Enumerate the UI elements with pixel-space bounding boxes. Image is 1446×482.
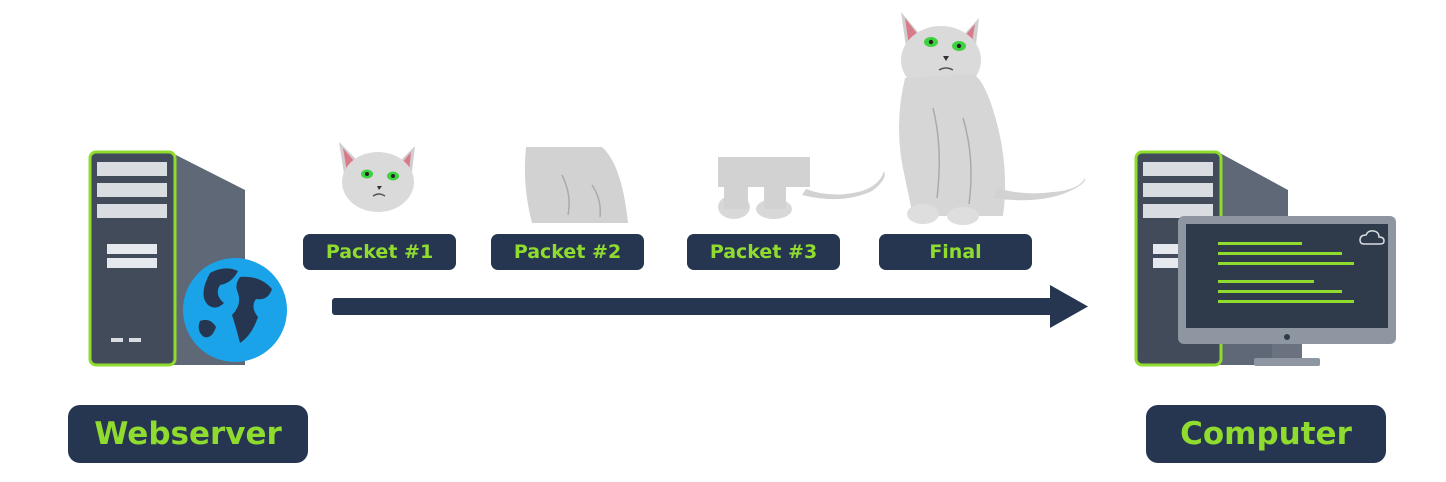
monitor-icon xyxy=(1178,216,1396,366)
computer-label: Computer xyxy=(1146,405,1386,463)
packet-label: Packet #1 xyxy=(303,234,456,270)
transfer-arrow xyxy=(332,285,1088,328)
webserver-label: Webserver xyxy=(68,405,308,463)
cat-image xyxy=(718,157,885,219)
packet-label: Packet #2 xyxy=(491,234,644,270)
packet-label: Packet #3 xyxy=(687,234,840,270)
cat-image xyxy=(899,12,1086,225)
cat-image xyxy=(524,147,628,223)
packet-label: Final xyxy=(879,234,1032,270)
cat-image xyxy=(339,142,415,212)
globe-icon xyxy=(183,258,287,362)
